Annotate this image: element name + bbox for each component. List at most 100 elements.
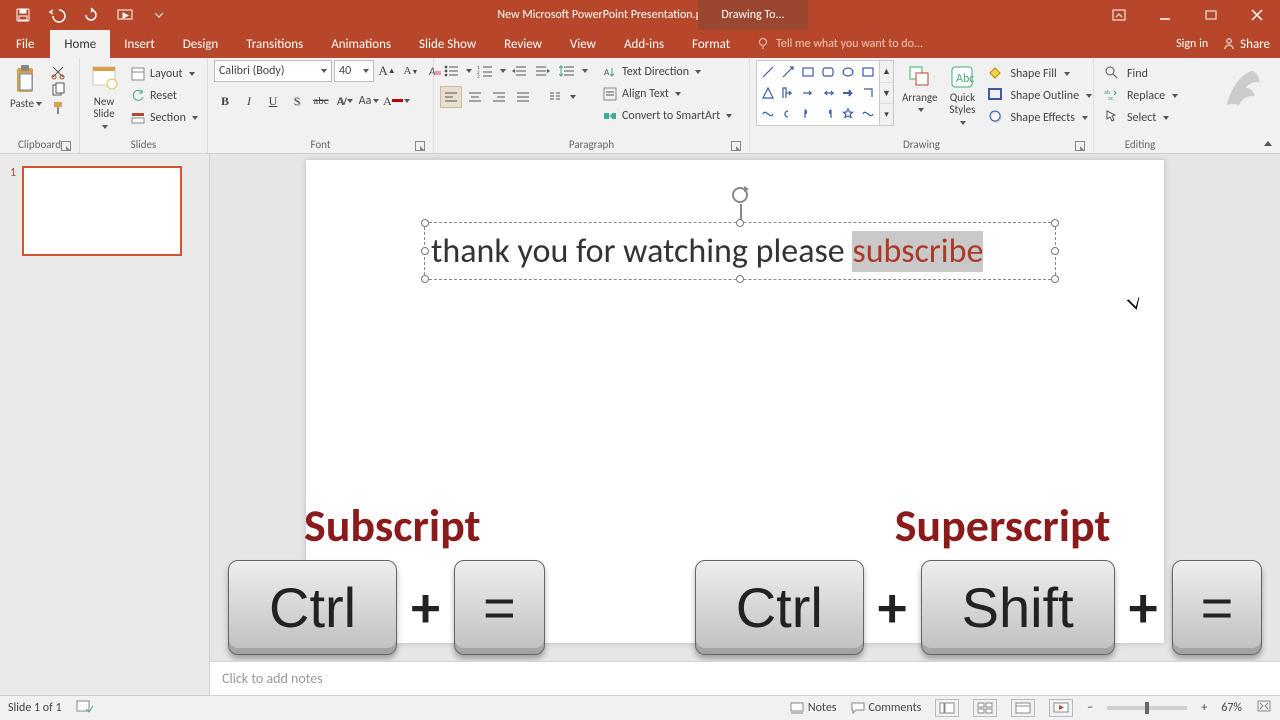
font-size-combo[interactable]: 40 — [334, 60, 374, 82]
drawing-launcher-icon[interactable] — [1075, 141, 1085, 151]
resize-handle[interactable] — [1051, 275, 1059, 283]
addin-dragon-icon[interactable] — [1218, 62, 1270, 114]
reading-view-icon[interactable] — [1011, 699, 1035, 717]
undo-icon[interactable] — [40, 0, 74, 30]
zoom-out-button[interactable]: − — [1087, 701, 1093, 715]
align-left-icon[interactable] — [440, 86, 462, 108]
zoom-slider[interactable] — [1107, 706, 1187, 710]
qat-customize-icon[interactable] — [142, 0, 176, 30]
decrease-indent-icon[interactable] — [508, 60, 530, 82]
text-direction-button[interactable]: AText Direction — [598, 62, 736, 82]
section-button[interactable]: Section — [126, 108, 202, 128]
tab-insert[interactable]: Insert — [110, 30, 169, 58]
shape-effects-button[interactable]: Shape Effects — [983, 108, 1096, 128]
maximize-icon[interactable] — [1188, 0, 1234, 30]
slide-show-view-icon[interactable] — [1049, 699, 1073, 717]
resize-handle[interactable] — [736, 219, 744, 227]
cut-icon[interactable] — [50, 64, 66, 80]
text-box-selected[interactable]: thank you for watching please subscribe — [424, 222, 1056, 280]
slide-sorter-view-icon[interactable] — [973, 699, 997, 717]
tab-animations[interactable]: Animations — [317, 30, 405, 58]
clipboard-launcher-icon[interactable] — [61, 141, 71, 151]
tab-review[interactable]: Review — [490, 30, 556, 58]
slide-thumbnails-pane[interactable]: 1 — [0, 154, 210, 695]
tab-format[interactable]: Format — [678, 30, 744, 58]
zoom-in-button[interactable]: + — [1201, 701, 1207, 715]
collapse-ribbon-icon[interactable] — [1262, 139, 1274, 151]
font-launcher-icon[interactable] — [415, 141, 425, 151]
font-name-combo[interactable]: Calibri (Body) — [214, 60, 332, 82]
font-color-button[interactable]: A — [382, 90, 404, 112]
align-text-button[interactable]: Align Text — [598, 84, 736, 104]
resize-handle[interactable] — [1051, 219, 1059, 227]
tab-slide-show[interactable]: Slide Show — [405, 30, 490, 58]
new-slide-button[interactable]: New Slide — [86, 60, 122, 132]
decrease-font-size-icon[interactable]: A▼ — [400, 60, 422, 82]
spell-check-icon[interactable] — [76, 699, 94, 717]
minimize-icon[interactable] — [1142, 0, 1188, 30]
resize-handle[interactable] — [421, 247, 429, 255]
align-right-icon[interactable] — [488, 86, 510, 108]
underline-button[interactable]: U — [262, 90, 284, 112]
shape-outline-button[interactable]: Shape Outline — [983, 86, 1096, 106]
shapes-gallery[interactable] — [756, 60, 880, 126]
close-icon[interactable] — [1234, 0, 1280, 30]
notes-toggle-button[interactable]: Notes — [790, 701, 837, 715]
slide-canvas[interactable]: thank you for watching please subscribe — [306, 160, 1164, 643]
reset-button[interactable]: Reset — [126, 86, 202, 106]
fit-to-window-icon[interactable] — [1256, 699, 1272, 717]
increase-font-size-icon[interactable]: A▲ — [376, 60, 398, 82]
tab-view[interactable]: View — [556, 30, 610, 58]
zoom-percentage[interactable]: 67% — [1221, 701, 1242, 715]
columns-button[interactable] — [544, 86, 566, 108]
strikethrough-button[interactable]: abc — [310, 90, 332, 112]
change-case-button[interactable]: Aa — [358, 90, 380, 112]
share-button[interactable]: Share — [1222, 37, 1270, 52]
line-spacing-button[interactable] — [556, 60, 578, 82]
tab-addins[interactable]: Add-ins — [610, 30, 678, 58]
resize-handle[interactable] — [1051, 247, 1059, 255]
tab-home[interactable]: Home — [50, 30, 110, 58]
text-content[interactable]: thank you for watching please subscribe — [425, 223, 1055, 281]
rotate-handle-icon[interactable] — [732, 187, 748, 203]
format-painter-icon[interactable] — [50, 100, 66, 116]
resize-handle[interactable] — [421, 219, 429, 227]
tab-transitions[interactable]: Transitions — [232, 30, 317, 58]
resize-handle[interactable] — [736, 275, 744, 283]
sign-in-link[interactable]: Sign in — [1176, 37, 1208, 51]
align-center-icon[interactable] — [464, 86, 486, 108]
increase-indent-icon[interactable] — [532, 60, 554, 82]
normal-view-icon[interactable] — [935, 699, 959, 717]
shapes-gallery-scroll[interactable]: ▲▼▾ — [880, 60, 894, 126]
paste-button[interactable]: Paste — [6, 60, 46, 110]
character-spacing-button[interactable]: AV — [334, 90, 356, 112]
justify-icon[interactable] — [512, 86, 534, 108]
shadow-button[interactable]: S — [286, 90, 308, 112]
find-button[interactable]: Find — [1100, 64, 1182, 84]
layout-button[interactable]: Layout — [126, 64, 202, 84]
convert-to-smartart-button[interactable]: Convert to SmartArt — [598, 106, 736, 126]
redo-icon[interactable] — [74, 0, 108, 30]
tab-design[interactable]: Design — [169, 30, 232, 58]
slide-editor[interactable]: thank you for watching please subscribe … — [210, 154, 1280, 695]
slide-thumbnail-1[interactable] — [22, 166, 182, 256]
arrange-button[interactable]: Arrange — [898, 60, 941, 116]
notes-pane[interactable]: Click to add notes — [210, 661, 1280, 695]
bullets-button[interactable] — [440, 60, 462, 82]
numbering-button[interactable]: 123 — [474, 60, 496, 82]
italic-button[interactable]: I — [238, 90, 260, 112]
ribbon-display-options-icon[interactable] — [1096, 0, 1142, 30]
comments-toggle-button[interactable]: Comments — [851, 701, 922, 715]
copy-icon[interactable] — [50, 82, 66, 98]
replace-button[interactable]: abacReplace — [1100, 86, 1182, 106]
tab-file[interactable]: File — [0, 30, 50, 58]
paragraph-launcher-icon[interactable] — [731, 141, 741, 151]
tell-me-search[interactable]: Tell me what you want to do... — [744, 30, 923, 58]
select-button[interactable]: Select — [1100, 108, 1182, 128]
start-from-beginning-icon[interactable] — [108, 0, 142, 30]
shape-fill-button[interactable]: Shape Fill — [983, 64, 1096, 84]
resize-handle[interactable] — [421, 275, 429, 283]
quick-styles-button[interactable]: Abc Quick Styles — [945, 60, 979, 128]
save-icon[interactable] — [6, 0, 40, 30]
bold-button[interactable]: B — [214, 90, 236, 112]
